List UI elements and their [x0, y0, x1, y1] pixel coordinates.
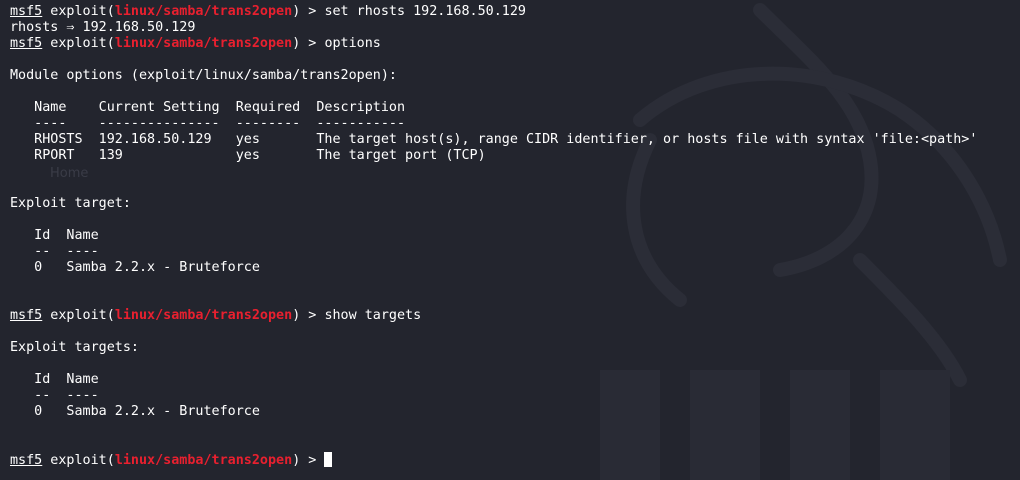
options-table-row: RHOSTS 192.168.50.129 yes The target hos… [10, 132, 978, 147]
prompt-close: ) > [292, 308, 325, 323]
prompt-close: ) > [292, 453, 325, 468]
options-table-header: Name Current Setting Required Descriptio… [10, 100, 406, 115]
prompt-close: ) > [292, 36, 325, 51]
module-name: linux/samba/trans2open [114, 36, 293, 51]
targets-table-header: Id Name [10, 372, 99, 387]
command-text: show targets [324, 308, 422, 323]
module-name: linux/samba/trans2open [114, 308, 293, 323]
prompt-line-current[interactable]: msf5 exploit(linux/samba/trans2open) > [10, 452, 1015, 468]
msf-prompt-label: msf5 [10, 308, 43, 323]
module-options-heading: Module options (exploit/linux/samba/tran… [10, 68, 397, 83]
exploit-targets-heading: Exploit targets: [10, 340, 139, 355]
terminal-window[interactable]: Home msf5 exploit(linux/samba/trans2open… [0, 0, 1020, 480]
target-table-row: 0 Samba 2.2.x - Bruteforce [10, 260, 260, 275]
exploit-label: exploit( [42, 4, 115, 19]
prompt-close: ) > [292, 4, 325, 19]
options-table-rule: ---- --------------- -------- ----------… [10, 116, 406, 131]
prompt-line-options: msf5 exploit(linux/samba/trans2open) > o… [10, 36, 1015, 52]
prompt-line-show: msf5 exploit(linux/samba/trans2open) > s… [10, 308, 1015, 324]
msf-prompt-label: msf5 [10, 4, 43, 19]
msf-prompt-label: msf5 [10, 36, 43, 51]
terminal-output: msf5 exploit(linux/samba/trans2open) > s… [10, 4, 1015, 468]
text-cursor[interactable] [324, 452, 333, 467]
module-name: linux/samba/trans2open [114, 4, 293, 19]
targets-table-row: 0 Samba 2.2.x - Bruteforce [10, 404, 260, 419]
exploit-label: exploit( [42, 36, 115, 51]
exploit-label: exploit( [42, 308, 115, 323]
command-text: options [324, 36, 381, 51]
exploit-target-heading: Exploit target: [10, 196, 131, 211]
target-table-header: Id Name [10, 228, 99, 243]
command-text: set rhosts 192.168.50.129 [324, 4, 526, 19]
options-table-row: RPORT 139 yes The target port (TCP) [10, 148, 486, 163]
targets-table-rule: -- ---- [10, 388, 99, 403]
output-line: rhosts ⇒ 192.168.50.129 [10, 20, 196, 35]
msf-prompt-label: msf5 [10, 453, 43, 468]
module-name: linux/samba/trans2open [114, 453, 293, 468]
prompt-line-set: msf5 exploit(linux/samba/trans2open) > s… [10, 4, 1015, 20]
target-table-rule: -- ---- [10, 244, 99, 259]
exploit-label: exploit( [42, 453, 115, 468]
